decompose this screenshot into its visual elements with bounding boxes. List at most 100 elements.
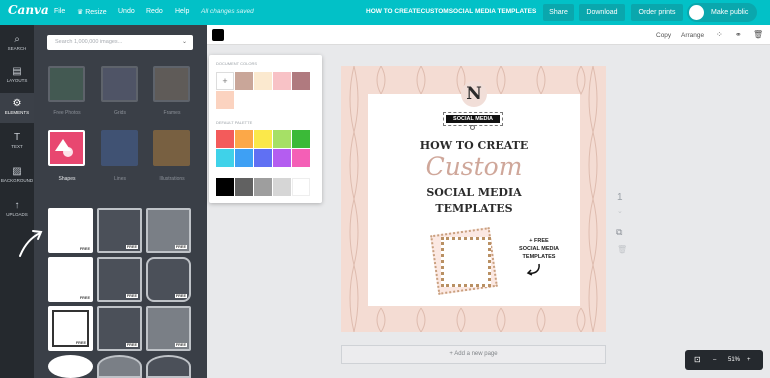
palette-swatch[interactable] xyxy=(235,149,253,167)
palette-swatch[interactable] xyxy=(292,149,310,167)
add-color-button[interactable]: + xyxy=(216,72,234,90)
frames-tile[interactable] xyxy=(153,66,190,102)
heading-script[interactable]: Custom xyxy=(368,152,580,181)
nav-text[interactable]: T Text xyxy=(0,127,34,157)
frame-thumb[interactable]: FREE xyxy=(97,208,142,253)
frame-thumb[interactable] xyxy=(146,355,191,378)
doc-color-swatch[interactable] xyxy=(216,91,234,109)
frame-thumb[interactable] xyxy=(48,355,93,378)
color-picker-popover: DOCUMENT COLORS + DEFAULT PALETTE xyxy=(209,55,322,203)
elements-panel: Search 1,000,000 images... ⌄ Free Photos… xyxy=(34,25,207,378)
lines-tile[interactable] xyxy=(101,130,138,166)
chevron-down-icon[interactable]: ⌄ xyxy=(617,207,623,215)
lines-label: Lines xyxy=(114,176,126,182)
zoom-level[interactable]: 51% xyxy=(728,350,740,370)
share-button[interactable]: Share xyxy=(543,4,574,21)
heading-line1[interactable]: HOW TO CREATE xyxy=(368,139,580,152)
make-public-label: Make public xyxy=(711,9,749,16)
trash-icon[interactable]: 🗑 xyxy=(753,30,763,39)
arrange-button[interactable]: Arrange xyxy=(681,32,704,39)
palette-swatch[interactable] xyxy=(254,178,272,196)
color-picker-button[interactable] xyxy=(212,29,224,41)
frame-thumb[interactable]: FREE xyxy=(97,257,142,302)
menu-resize[interactable]: ♛ Resize xyxy=(77,8,107,16)
nav-uploads-label: Uploads xyxy=(6,212,28,217)
free-badge: FREE xyxy=(74,341,87,345)
menu-undo[interactable]: Undo xyxy=(118,8,135,15)
frame-thumb[interactable]: FREE xyxy=(146,257,191,302)
order-prints-button[interactable]: Order prints xyxy=(631,4,683,21)
free-photos-tile[interactable] xyxy=(48,66,85,102)
monogram-badge[interactable]: N xyxy=(461,81,487,107)
left-nav: ⌕ Search ▤ Layouts ⚙ Elements T Text ▨ B… xyxy=(0,25,34,378)
palette-swatch[interactable] xyxy=(235,178,253,196)
palette-swatch[interactable] xyxy=(254,130,272,148)
illustrations-label: Illustrations xyxy=(159,176,185,182)
make-public-toggle[interactable]: Make public xyxy=(687,3,757,22)
shapes-label: Shapes xyxy=(58,176,76,182)
free-badge: FREE xyxy=(174,294,187,298)
canva-logo[interactable]: Canva xyxy=(8,3,49,17)
palette-swatch[interactable] xyxy=(292,178,310,196)
heading-line3[interactable]: SOCIAL MEDIA xyxy=(368,186,580,199)
palette-swatch[interactable] xyxy=(273,178,291,196)
palette-swatch[interactable] xyxy=(216,130,234,148)
download-button[interactable]: Download xyxy=(579,4,625,21)
doc-color-swatch[interactable] xyxy=(273,72,291,90)
document-title[interactable]: HOW TO CREATECUSTOMSOCIAL MEDIA TEMPLATE… xyxy=(366,8,536,15)
frame-thumb[interactable]: FREE xyxy=(48,257,93,302)
page-number: 1 xyxy=(617,192,623,203)
doc-color-swatch[interactable] xyxy=(235,72,253,90)
grids-tile[interactable] xyxy=(101,66,138,102)
copy-button[interactable]: Copy xyxy=(656,32,671,39)
nav-elements[interactable]: ⚙ Elements xyxy=(0,93,34,123)
zoom-in-button[interactable]: + xyxy=(747,350,751,370)
zoom-out-button[interactable]: – xyxy=(713,350,716,370)
heading-line4[interactable]: TEMPLATES xyxy=(368,202,580,215)
palette-swatch[interactable] xyxy=(235,130,253,148)
menu-help[interactable]: Help xyxy=(175,8,189,15)
palette-swatch[interactable] xyxy=(273,149,291,167)
frame-thumb[interactable]: FREE xyxy=(146,306,191,351)
promo-text[interactable]: + FREE SOCIAL MEDIA TEMPLATES xyxy=(510,237,568,261)
palette-swatch[interactable] xyxy=(216,149,234,167)
palette-swatch[interactable] xyxy=(216,178,234,196)
frame-thumb[interactable] xyxy=(97,355,142,378)
delete-page-icon[interactable]: 🗑 xyxy=(617,245,627,254)
shapes-tile[interactable] xyxy=(48,130,85,166)
menu-redo[interactable]: Redo xyxy=(146,8,163,15)
illustrations-tile[interactable] xyxy=(153,130,190,166)
frame-thumb[interactable]: FREE xyxy=(97,306,142,351)
selection-box[interactable]: SOCIAL MEDIA xyxy=(443,112,503,126)
rotate-handle[interactable] xyxy=(470,125,475,130)
menu-file[interactable]: File xyxy=(54,8,65,15)
template-preview-front[interactable] xyxy=(441,237,491,287)
frame-thumb[interactable]: FREE xyxy=(146,208,191,253)
nav-background[interactable]: ▨ Background xyxy=(0,161,34,191)
doc-color-swatch[interactable] xyxy=(254,72,272,90)
doc-color-swatch[interactable] xyxy=(292,72,310,90)
nav-search[interactable]: ⌕ Search xyxy=(0,29,34,59)
image-search-input[interactable]: Search 1,000,000 images... ⌄ xyxy=(47,35,193,50)
free-badge: FREE xyxy=(174,245,187,249)
palette-swatch[interactable] xyxy=(292,130,310,148)
social-media-label: SOCIAL MEDIA xyxy=(446,115,500,123)
duplicate-page-icon[interactable]: ⧉ xyxy=(616,227,622,238)
chevron-down-icon[interactable]: ⌄ xyxy=(182,35,187,50)
top-bar: Canva File ♛ Resize Undo Redo Help All c… xyxy=(0,0,770,25)
frame-thumb[interactable]: FREE xyxy=(48,306,93,351)
add-page-button[interactable]: + Add a new page xyxy=(341,345,606,364)
palette-swatch[interactable] xyxy=(273,130,291,148)
free-badge: FREE xyxy=(125,245,138,249)
free-badge: FREE xyxy=(125,294,138,298)
link-icon[interactable]: ⚭ xyxy=(735,30,742,39)
palette-swatch[interactable] xyxy=(254,149,272,167)
transparency-icon[interactable]: ⁘ xyxy=(716,30,723,39)
frame-thumb[interactable]: FREE xyxy=(48,208,93,253)
nav-uploads[interactable]: ↑ Uploads xyxy=(0,195,34,225)
layouts-icon: ▤ xyxy=(12,66,22,77)
nav-layouts[interactable]: ▤ Layouts xyxy=(0,61,34,91)
nav-elements-label: Elements xyxy=(4,110,30,115)
present-icon[interactable]: ⊡ xyxy=(694,350,701,370)
zoom-control: ⊡ – 51% + xyxy=(685,350,763,370)
